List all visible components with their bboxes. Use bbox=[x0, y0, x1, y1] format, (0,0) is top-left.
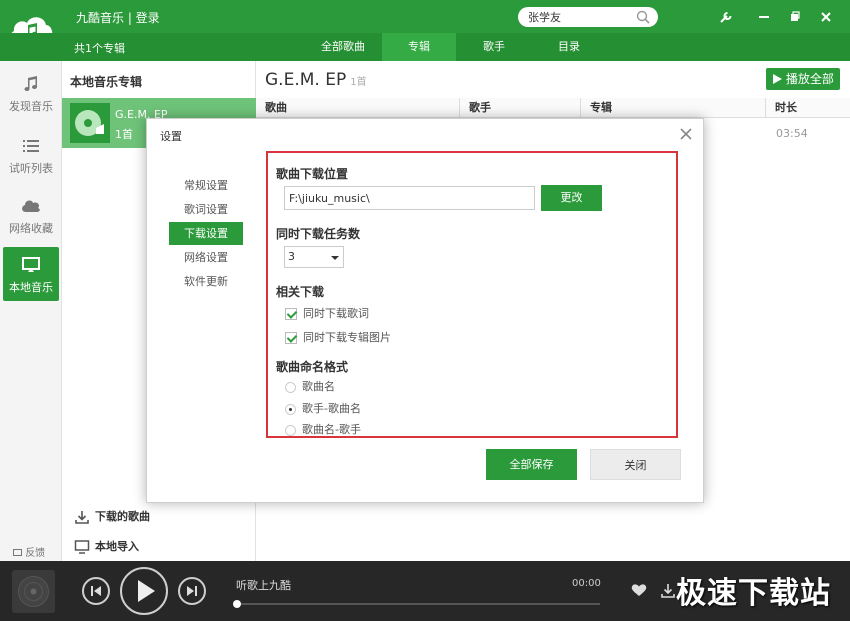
cloud-icon bbox=[22, 200, 40, 212]
download-lyrics-checkbox[interactable]: 同时下载歌词 bbox=[285, 305, 369, 321]
settings-dialog: 设置 常规设置 歌词设置 下载设置 网络设置 软件更新 歌曲下载位置 更改 同时… bbox=[146, 118, 704, 503]
playback-time: 00:00 bbox=[572, 578, 601, 589]
sidebar-item-label: 网络收藏 bbox=[9, 222, 53, 235]
sidebar-item-label: 发现音乐 bbox=[9, 100, 53, 113]
disc-icon bbox=[18, 576, 49, 607]
sidebar: 发现音乐 试听列表 网络收藏 本地音乐 bbox=[0, 61, 62, 561]
naming-option-song[interactable]: 歌曲名 bbox=[285, 378, 335, 394]
sidebar-item-playlist[interactable]: 试听列表 bbox=[3, 128, 59, 182]
mini-mode-icon[interactable] bbox=[786, 8, 804, 26]
nav-network-settings[interactable]: 网络设置 bbox=[169, 246, 243, 269]
radio-button[interactable] bbox=[285, 381, 296, 393]
sidebar-item-label: 试听列表 bbox=[9, 162, 53, 175]
app-title[interactable]: 九酷音乐 | 登录 bbox=[76, 9, 160, 26]
play-button[interactable] bbox=[120, 567, 168, 615]
nav-download-settings[interactable]: 下载设置 bbox=[169, 222, 243, 245]
progress-handle[interactable] bbox=[233, 600, 241, 608]
album-count: 共1个专辑 bbox=[74, 42, 125, 55]
search-icon[interactable] bbox=[636, 10, 650, 24]
close-button[interactable]: 关闭 bbox=[590, 449, 681, 480]
album-panel-header: 本地音乐专辑 bbox=[70, 75, 143, 89]
close-icon[interactable] bbox=[679, 127, 693, 141]
monitor-icon bbox=[22, 257, 40, 272]
next-button[interactable] bbox=[178, 577, 206, 605]
local-import-link[interactable]: 本地导入 bbox=[74, 538, 139, 555]
nav-general-settings[interactable]: 常规设置 bbox=[169, 174, 243, 197]
section-download-location: 歌曲下载位置 bbox=[276, 167, 349, 181]
play-icon bbox=[773, 74, 783, 84]
play-icon bbox=[138, 580, 155, 602]
monitor-icon bbox=[74, 540, 90, 554]
save-all-button[interactable]: 全部保存 bbox=[486, 449, 577, 480]
song-count: 1首 bbox=[350, 77, 367, 88]
tab-all-songs[interactable]: 全部歌曲 bbox=[307, 33, 379, 61]
search-box[interactable] bbox=[518, 7, 658, 27]
nav-software-update[interactable]: 软件更新 bbox=[169, 270, 243, 293]
nav-lyrics-settings[interactable]: 歌词设置 bbox=[169, 198, 243, 221]
search-input[interactable] bbox=[528, 9, 633, 25]
download-settings-panel: 歌曲下载位置 更改 同时下载任务数 3 相关下载 同时下载歌词 同时下载专辑图片… bbox=[266, 151, 678, 438]
dialog-title: 设置 bbox=[160, 130, 182, 143]
download-cover-checkbox[interactable]: 同时下载专辑图片 bbox=[285, 329, 391, 345]
play-all-button[interactable]: 播放全部 bbox=[766, 68, 840, 90]
tab-artists[interactable]: 歌手 bbox=[459, 33, 529, 61]
naming-option-artist-song[interactable]: 歌手-歌曲名 bbox=[285, 400, 361, 416]
download-icon bbox=[75, 511, 89, 524]
concurrent-tasks-select[interactable]: 3 bbox=[284, 246, 344, 268]
sidebar-item-discover[interactable]: 发现音乐 bbox=[3, 66, 59, 120]
downloaded-songs-link[interactable]: 下载的歌曲 bbox=[74, 508, 150, 525]
sidebar-item-cloud[interactable]: 网络收藏 bbox=[3, 188, 59, 242]
tab-albums[interactable]: 专辑 bbox=[382, 33, 456, 61]
music-note-icon bbox=[24, 76, 38, 92]
settings-wrench-icon[interactable] bbox=[717, 8, 735, 26]
change-path-button[interactable]: 更改 bbox=[541, 185, 602, 211]
checkbox-checked[interactable] bbox=[285, 332, 297, 344]
column-header-artist[interactable]: 歌手 bbox=[460, 98, 581, 118]
feedback-link[interactable]: 反馈 bbox=[13, 544, 45, 559]
progress-bar[interactable] bbox=[233, 600, 600, 608]
close-icon[interactable] bbox=[817, 8, 835, 26]
download-icon[interactable] bbox=[660, 583, 676, 599]
now-playing-title: 听歌上九酷 bbox=[236, 579, 291, 592]
section-naming-format: 歌曲命名格式 bbox=[276, 360, 349, 374]
download-path-input[interactable] bbox=[284, 186, 535, 210]
column-header-album[interactable]: 专辑 bbox=[581, 98, 766, 118]
minimize-icon[interactable] bbox=[755, 8, 773, 26]
section-related-downloads: 相关下载 bbox=[276, 285, 325, 299]
disc-icon bbox=[75, 110, 104, 136]
song-duration: 03:54 bbox=[776, 127, 808, 140]
naming-option-song-artist[interactable]: 歌曲名-歌手 bbox=[285, 421, 361, 437]
radio-button[interactable] bbox=[285, 424, 296, 436]
album-thumbnail bbox=[70, 103, 110, 143]
album-song-count: 1首 bbox=[115, 128, 133, 141]
chevron-down-icon bbox=[331, 256, 339, 260]
list-icon bbox=[23, 140, 39, 152]
next-icon bbox=[187, 586, 197, 596]
sidebar-item-local-music[interactable]: 本地音乐 bbox=[3, 247, 59, 301]
sidebar-item-label: 本地音乐 bbox=[9, 281, 53, 294]
section-concurrent-tasks: 同时下载任务数 bbox=[276, 227, 361, 241]
watermark-text: 极速下载站 bbox=[676, 576, 831, 611]
radio-button-selected[interactable] bbox=[285, 403, 296, 415]
page-title: G.E.M. EP 1首 bbox=[265, 70, 367, 90]
heart-icon[interactable] bbox=[631, 583, 647, 597]
previous-button[interactable] bbox=[82, 577, 110, 605]
column-header-duration[interactable]: 时长 bbox=[766, 98, 850, 118]
dialog-titlebar[interactable]: 设置 bbox=[147, 119, 703, 151]
chat-icon bbox=[13, 548, 22, 556]
tab-folders[interactable]: 目录 bbox=[533, 33, 605, 61]
column-header-song[interactable]: 歌曲 bbox=[256, 98, 460, 118]
previous-icon bbox=[91, 586, 101, 596]
checkbox-checked[interactable] bbox=[285, 308, 297, 320]
now-playing-cover[interactable] bbox=[12, 570, 55, 613]
